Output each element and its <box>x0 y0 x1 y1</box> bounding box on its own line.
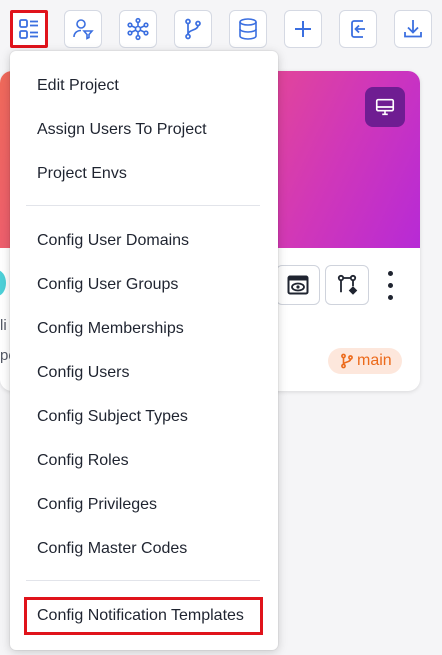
desktop-badge[interactable] <box>365 87 405 127</box>
list-grid-icon <box>19 19 38 39</box>
menu-item-project-envs[interactable]: Project Envs <box>10 152 278 196</box>
toolbar <box>0 0 442 52</box>
menu-item-config-users[interactable]: Config Users <box>10 351 278 395</box>
preview-icon <box>287 275 309 295</box>
network-icon <box>127 17 149 41</box>
download-icon <box>404 20 422 38</box>
preview-button[interactable] <box>276 265 320 305</box>
list-view-button[interactable] <box>10 10 48 48</box>
menu-item-config-user-groups[interactable]: Config User Groups <box>10 263 278 307</box>
database-icon <box>239 18 257 40</box>
menu-item-config-privileges[interactable]: Config Privileges <box>10 483 278 527</box>
menu-item-config-memberships[interactable]: Config Memberships <box>10 307 278 351</box>
branch-label: main <box>357 352 392 369</box>
add-button[interactable] <box>284 10 322 48</box>
menu-item-edit-project[interactable]: Edit Project <box>10 64 278 108</box>
user-filter-icon <box>73 19 94 40</box>
card-title-fragment: li <box>0 317 7 334</box>
menu-divider <box>26 205 260 206</box>
branch-button[interactable] <box>174 10 212 48</box>
menu-item-config-user-domains[interactable]: Config User Domains <box>10 219 278 263</box>
git-branch-icon <box>185 18 201 40</box>
download-button[interactable] <box>394 10 432 48</box>
git-diff-icon <box>337 274 358 295</box>
menu-divider <box>26 580 260 581</box>
more-icon[interactable] <box>382 267 398 303</box>
branch-chip: main <box>328 348 402 374</box>
git-diff-button[interactable] <box>325 265 369 305</box>
git-branch-icon <box>341 353 353 369</box>
desktop-icon <box>375 98 395 116</box>
plus-icon <box>295 21 311 37</box>
database-button[interactable] <box>229 10 267 48</box>
menu-item-config-master-codes[interactable]: Config Master Codes <box>10 527 278 571</box>
project-menu: Edit Project Assign Users To Project Pro… <box>10 51 278 650</box>
avatar <box>0 270 6 296</box>
import-button[interactable] <box>339 10 377 48</box>
menu-item-assign-users[interactable]: Assign Users To Project <box>10 108 278 152</box>
import-icon <box>351 20 365 38</box>
network-button[interactable] <box>119 10 157 48</box>
user-access-button[interactable] <box>64 10 102 48</box>
menu-item-config-subject-types[interactable]: Config Subject Types <box>10 395 278 439</box>
highlight-box <box>24 597 263 635</box>
menu-item-config-roles[interactable]: Config Roles <box>10 439 278 483</box>
